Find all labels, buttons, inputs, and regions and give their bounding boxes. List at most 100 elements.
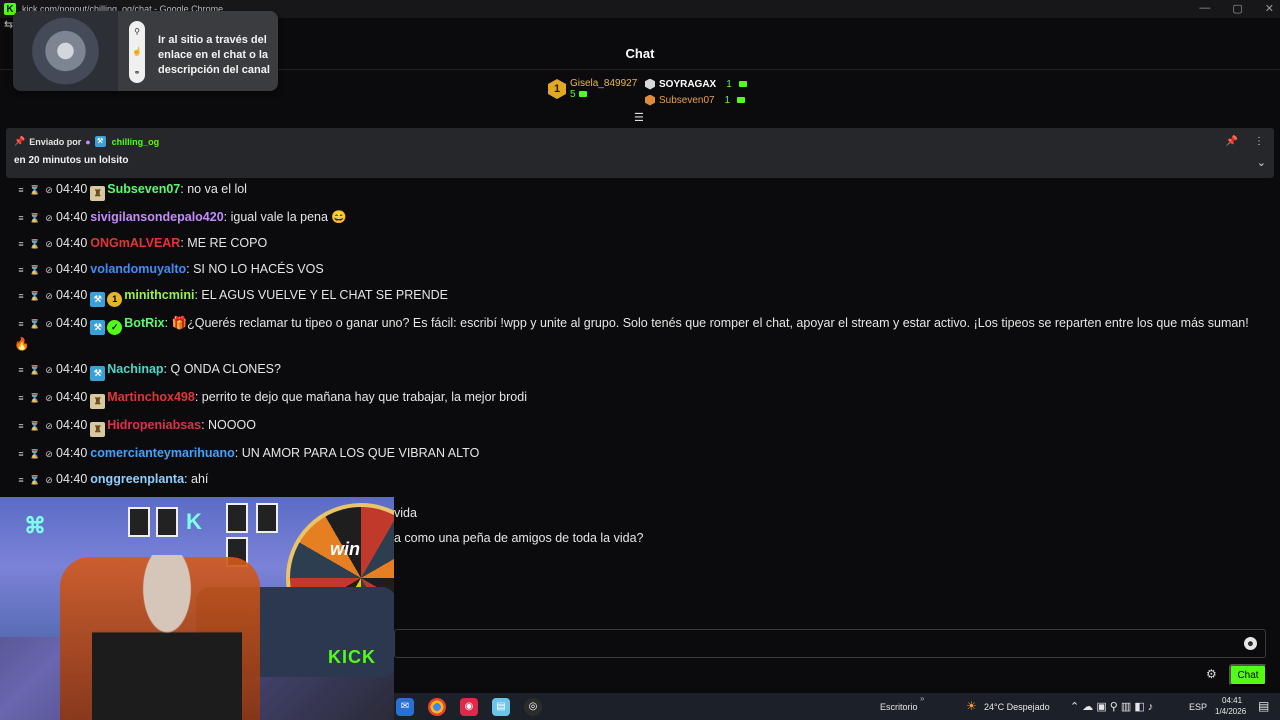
language-indicator[interactable]: ESP: [1189, 702, 1207, 712]
recorder-app-icon[interactable]: ◉: [460, 697, 478, 716]
ban-icon[interactable]: ⊘: [42, 417, 56, 435]
message-username[interactable]: onggreenplanta: [90, 472, 184, 486]
maximize-icon[interactable]: ▢: [1232, 2, 1242, 15]
desktop-label[interactable]: Escritorio: [880, 702, 918, 712]
ban-icon[interactable]: ⊘: [42, 235, 56, 253]
timeout-icon[interactable]: ⌛: [28, 445, 42, 463]
chrome-icon[interactable]: [428, 697, 446, 716]
message-username[interactable]: Nachinap: [107, 362, 163, 376]
chat-message[interactable]: ≡ ⌛ ⊘ 04:40 ♜ Martinchox498: perrito te dejo …: [14, 384, 1264, 412]
chat-message[interactable]: ≡ ⌛ ⊘ 04:40 comercianteymarihuano: UN AMOR P…: [14, 440, 1264, 466]
collapse-leaderboard-icon[interactable]: ☰: [634, 111, 644, 124]
pinned-message[interactable]: 📌 Enviado por ● ⚒ chilling_og en 20 minu…: [6, 128, 1274, 178]
message-menu-icon[interactable]: ≡: [14, 235, 28, 253]
ban-icon[interactable]: ⊘: [42, 261, 56, 279]
ban-icon[interactable]: ⊘: [42, 315, 56, 333]
ban-icon[interactable]: ⊘: [42, 361, 56, 379]
message-username[interactable]: sivigilansondepalo420: [90, 210, 223, 224]
timeout-icon[interactable]: ⌛: [28, 361, 42, 379]
clock-time[interactable]: 04:41: [1222, 696, 1242, 705]
chat-message[interactable]: ≡ ⌛ ⊘ 04:40 ♜ Subseven07: no va el lol: [14, 176, 1264, 204]
chat-message[interactable]: ≡ ⌛ ⊘ 04:40 ♜ Hidropeniabsas: NOOOO: [14, 412, 1264, 440]
ban-icon[interactable]: ⊘: [42, 287, 56, 305]
chat-message[interactable]: ≡ ⌛ ⊘ 04:40 ⚒ 1 minithcmini: EL AGUS VUELVE Y …: [14, 282, 1264, 310]
message-username[interactable]: BotRix: [124, 316, 164, 330]
ban-icon[interactable]: ⊘: [42, 181, 56, 199]
chat-message[interactable]: ≡ ⌛ ⊘ 04:40 ⚒ ✓ BotRix: 🎁¿Querés reclamar tu t…: [14, 310, 1264, 356]
mail-app-icon[interactable]: ✉: [396, 697, 414, 716]
timeout-icon[interactable]: ⌛: [28, 389, 42, 407]
search-icon[interactable]: ⚲: [134, 27, 140, 36]
hand-icon[interactable]: ☝: [132, 47, 142, 56]
message-text: igual vale la pena 😄: [230, 209, 347, 224]
message-username[interactable]: volandomuyalto: [90, 262, 186, 276]
message-menu-icon[interactable]: ≡: [14, 315, 28, 333]
screen: K kick.com/popout/chilling_og/chat - Goo…: [0, 0, 1280, 720]
rank-badge: 1: [548, 79, 566, 99]
message-username[interactable]: ONGmALVEAR: [90, 236, 180, 250]
close-icon[interactable]: ✕: [1265, 2, 1274, 15]
settings-gear-icon[interactable]: ⚙: [1206, 667, 1217, 681]
clock-date[interactable]: 1/4/2026: [1215, 707, 1246, 716]
verified-badge-icon: ✓: [107, 319, 123, 335]
timeout-icon[interactable]: ⌛: [28, 287, 42, 305]
message-menu-icon[interactable]: ≡: [14, 389, 28, 407]
timeout-icon[interactable]: ⌛: [28, 181, 42, 199]
leaderboard-third[interactable]: Subseven07 1: [645, 92, 747, 108]
weather-text[interactable]: 24°C Despejado: [984, 702, 1050, 712]
ban-icon[interactable]: ⊘: [42, 445, 56, 463]
ban-icon[interactable]: ⊘: [42, 209, 56, 227]
message-menu-icon[interactable]: ≡: [14, 287, 28, 305]
send-chat-button[interactable]: Chat: [1229, 664, 1267, 686]
message-text: EL AGUS VUELVE Y EL CHAT SE PRENDE: [201, 287, 449, 302]
timeout-icon[interactable]: ⌛: [28, 261, 42, 279]
message-username[interactable]: minithcmini: [124, 288, 194, 302]
notification-icon[interactable]: ▤: [1258, 699, 1269, 713]
message-username[interactable]: Martinchox498: [107, 390, 195, 404]
chat-message[interactable]: ≡ ⌛ ⊘ 04:40 ONGmALVEAR: ME RE COPO: [14, 230, 1264, 256]
minimize-icon[interactable]: —: [1199, 2, 1210, 15]
gift-coin-badge-icon: 1: [107, 291, 123, 307]
chat-message[interactable]: ≡ ⌛ ⊘ 04:40 onggreenplanta: ahí: [14, 466, 1264, 492]
ban-icon[interactable]: ⊘: [42, 471, 56, 489]
message-menu-icon[interactable]: ≡: [14, 261, 28, 279]
message-username[interactable]: Subseven07: [107, 182, 180, 196]
message-username[interactable]: Hidropeniabsas: [107, 418, 201, 432]
timeout-icon[interactable]: ⌛: [28, 209, 42, 227]
wheel-text: win: [330, 539, 360, 559]
message-menu-icon[interactable]: ≡: [14, 181, 28, 199]
leaderboard-count: 1: [726, 78, 732, 90]
timeout-icon[interactable]: ⌛: [28, 417, 42, 435]
message-username[interactable]: comercianteymarihuano: [90, 446, 235, 460]
files-app-icon[interactable]: ▤: [492, 697, 510, 716]
message-menu-icon[interactable]: ≡: [14, 209, 28, 227]
link-icon[interactable]: ⚭: [134, 68, 141, 77]
pinned-user[interactable]: chilling_og: [112, 137, 160, 147]
message-menu-icon[interactable]: ≡: [14, 417, 28, 435]
timeout-icon[interactable]: ⌛: [28, 235, 42, 253]
mod-badge-icon: ⚒: [90, 291, 106, 307]
message-menu-icon[interactable]: ≡: [14, 361, 28, 379]
tipeo-badge-icon: ♜: [90, 393, 106, 409]
timeout-icon[interactable]: ⌛: [28, 315, 42, 333]
unpin-icon[interactable]: 📌: [1226, 136, 1238, 147]
chat-message[interactable]: ≡ ⌛ ⊘ 04:40 ⚒ Nachinap: Q ONDA CLONES?: [14, 356, 1264, 384]
message-text: 🎁¿Querés reclamar tu tipeo o ganar uno? …: [14, 315, 1249, 351]
back-arrow-icon[interactable]: ⇆: [4, 18, 13, 31]
chat-message[interactable]: ≡ ⌛ ⊘ 04:40 sivigilansondepalo420: igual val…: [14, 204, 1264, 230]
message-menu-icon[interactable]: ≡: [14, 471, 28, 489]
emoji-icon[interactable]: ☻: [1244, 637, 1257, 650]
chat-messages: ≡ ⌛ ⊘ 04:40 ♜ Subseven07: no va el lol ≡ ⌛ ⊘ 04:4…: [14, 176, 1264, 518]
ban-icon[interactable]: ⊘: [42, 389, 56, 407]
more-options-icon[interactable]: ⋮: [1254, 136, 1264, 147]
obs-icon[interactable]: ◎: [524, 697, 542, 716]
chat-input[interactable]: ☻: [394, 629, 1266, 658]
chat-message[interactable]: ≡ ⌛ ⊘ 04:40 volandomuyalto: SI NO LO HACÉS V…: [14, 256, 1264, 282]
message-menu-icon[interactable]: ≡: [14, 445, 28, 463]
timeout-icon[interactable]: ⌛: [28, 471, 42, 489]
leaderboard-first[interactable]: 1 Gisela_849927 5: [548, 78, 637, 100]
expand-chevron-icon[interactable]: »: [920, 694, 924, 703]
chevron-down-icon[interactable]: ⌄: [1257, 156, 1266, 169]
tray-icons[interactable]: ⌃ ☁ ▣ ⚲ ▥ ◧ ♪: [1070, 700, 1153, 713]
leaderboard-second[interactable]: SOYRAGAX 1: [645, 76, 747, 92]
